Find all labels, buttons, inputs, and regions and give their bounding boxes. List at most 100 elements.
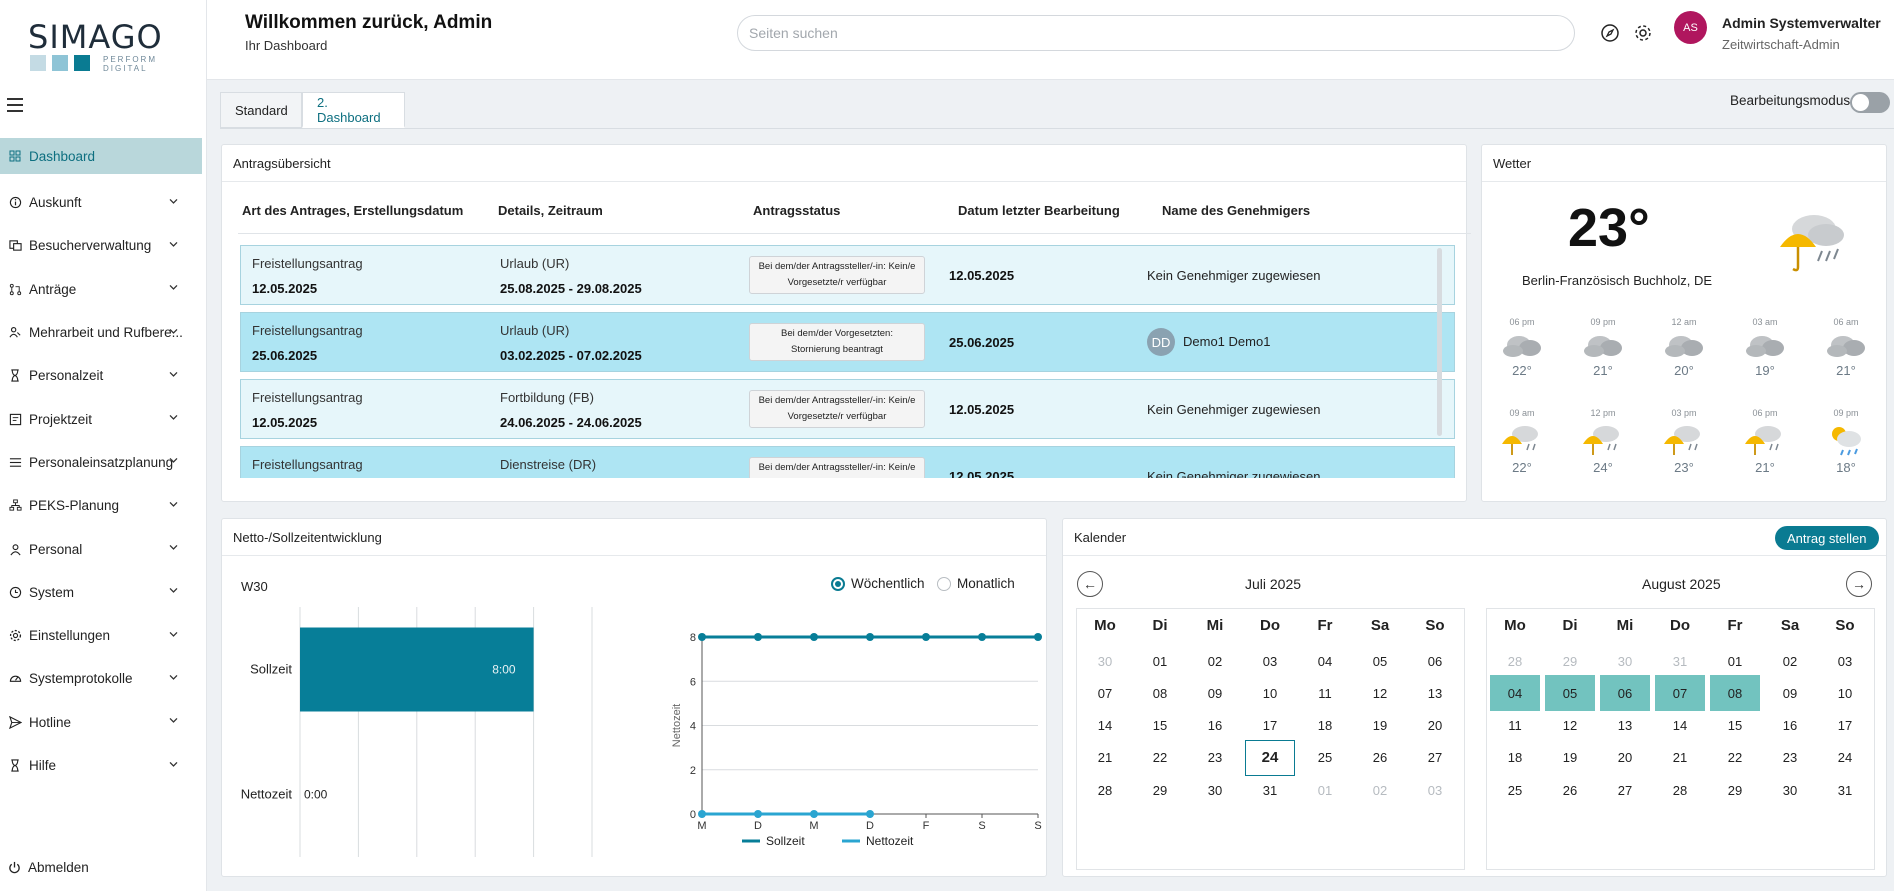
sidebar-item-auskunft[interactable]: Auskunft <box>0 181 202 224</box>
radio-monthly[interactable]: Monatlich <box>937 576 1015 591</box>
calendar-day[interactable]: 29 <box>1710 772 1760 808</box>
calendar-day[interactable]: 28 <box>1490 643 1540 679</box>
calendar-day[interactable]: 20 <box>1600 740 1650 776</box>
sidebar-item-hotline[interactable]: Hotline <box>0 701 202 744</box>
sidebar-item-mehrarbeit-und-rufbere[interactable]: Mehrarbeit und Rufbere... <box>0 311 202 354</box>
calendar-day[interactable]: 27 <box>1600 772 1650 808</box>
calendar-day[interactable]: 08 <box>1135 675 1185 711</box>
calendar-day[interactable]: 14 <box>1655 708 1705 744</box>
sidebar-item-anträge[interactable]: Anträge <box>0 268 202 311</box>
hamburger-icon[interactable] <box>7 98 23 116</box>
calendar-day[interactable]: 07 <box>1655 675 1705 712</box>
calendar-day[interactable]: 31 <box>1245 772 1295 808</box>
sidebar-item-system[interactable]: System <box>0 571 202 614</box>
calendar-day[interactable]: 19 <box>1545 740 1595 776</box>
column-header[interactable]: Details, Zeitraum <box>498 203 603 218</box>
table-row[interactable]: Freistellungsantrag 25.06.2025 Urlaub (UR)… <box>240 312 1455 372</box>
calendar-day[interactable]: 04 <box>1300 643 1350 679</box>
calendar-day[interactable]: 02 <box>1190 643 1240 679</box>
calendar-day[interactable]: 30 <box>1190 772 1240 808</box>
sidebar-item-peks-planung[interactable]: PEKS-Planung <box>0 484 202 527</box>
radio-weekly[interactable]: Wöchentlich <box>831 576 925 591</box>
calendar-day[interactable]: 30 <box>1600 643 1650 679</box>
calendar-day[interactable]: 09 <box>1765 675 1815 711</box>
calendar-day[interactable]: 29 <box>1545 643 1595 679</box>
calendar-day[interactable]: 21 <box>1655 740 1705 776</box>
sidebar-item-hilfe[interactable]: Hilfe <box>0 744 202 787</box>
calendar-day[interactable]: 11 <box>1490 708 1540 744</box>
calendar-day[interactable]: 28 <box>1080 772 1130 808</box>
tab-standard[interactable]: Standard <box>220 92 302 128</box>
calendar-day[interactable]: 13 <box>1410 675 1460 711</box>
sidebar-item-projektzeit[interactable]: Projektzeit <box>0 397 202 440</box>
calendar-day[interactable]: 29 <box>1135 772 1185 808</box>
edit-mode-toggle[interactable] <box>1850 92 1890 113</box>
calendar-day[interactable]: 25 <box>1300 740 1350 776</box>
calendar-day[interactable]: 01 <box>1710 643 1760 679</box>
calendar-day[interactable]: 31 <box>1820 772 1870 808</box>
calendar-day[interactable]: 18 <box>1490 740 1540 776</box>
gear-icon[interactable] <box>1633 23 1653 43</box>
calendar-day[interactable]: 24 <box>1820 740 1870 776</box>
calendar-day[interactable]: 25 <box>1490 772 1540 808</box>
calendar-day[interactable]: 28 <box>1655 772 1705 808</box>
sidebar-item-personaleinsatzplanung[interactable]: Personaleinsatzplanung <box>0 441 202 484</box>
next-month-icon[interactable]: → <box>1846 571 1872 597</box>
sidebar-item-dashboard[interactable]: Dashboard <box>0 138 202 174</box>
calendar-day[interactable]: 08 <box>1710 675 1760 712</box>
tab-dashboard-2[interactable]: 2. Dashboard <box>302 92 405 128</box>
column-header[interactable]: Datum letzter Bearbeitung <box>958 203 1120 218</box>
calendar-day[interactable]: 10 <box>1820 675 1870 711</box>
calendar-day[interactable]: 17 <box>1245 708 1295 744</box>
calendar-day[interactable]: 03 <box>1245 643 1295 679</box>
calendar-day[interactable]: 26 <box>1545 772 1595 808</box>
antrag-stellen-button[interactable]: Antrag stellen <box>1775 526 1879 550</box>
calendar-day[interactable]: 06 <box>1600 675 1650 712</box>
sidebar-item-systemprotokolle[interactable]: Systemprotokolle <box>0 657 202 700</box>
calendar-day[interactable]: 23 <box>1765 740 1815 776</box>
sidebar-item-personalzeit[interactable]: Personalzeit <box>0 354 202 397</box>
sidebar-item-personal[interactable]: Personal <box>0 527 202 570</box>
antrag-scrollbar[interactable] <box>1437 248 1442 436</box>
calendar-day[interactable]: 15 <box>1135 708 1185 744</box>
calendar-day[interactable]: 09 <box>1190 675 1240 711</box>
calendar-day[interactable]: 17 <box>1820 708 1870 744</box>
calendar-day[interactable]: 15 <box>1710 708 1760 744</box>
calendar-day[interactable]: 12 <box>1545 708 1595 744</box>
calendar-day[interactable]: 24 <box>1245 739 1295 776</box>
calendar-day[interactable]: 03 <box>1820 643 1870 679</box>
calendar-day[interactable]: 20 <box>1410 708 1460 744</box>
calendar-day[interactable]: 07 <box>1080 675 1130 711</box>
logout-button[interactable]: Abmelden <box>8 860 89 875</box>
calendar-day[interactable]: 22 <box>1135 740 1185 776</box>
calendar-day[interactable]: 30 <box>1765 772 1815 808</box>
calendar-day[interactable]: 01 <box>1300 772 1350 808</box>
calendar-day[interactable]: 18 <box>1300 708 1350 744</box>
calendar-day[interactable]: 21 <box>1080 740 1130 776</box>
calendar-day[interactable]: 31 <box>1655 643 1705 679</box>
simago-logo[interactable]: SIMAGO PERFORM DIGITAL <box>28 18 168 78</box>
calendar-day[interactable]: 02 <box>1765 643 1815 679</box>
table-row[interactable]: Freistellungsantrag Dienstreise (DR) Bei d… <box>240 446 1455 478</box>
table-row[interactable]: Freistellungsantrag 12.05.2025 Urlaub (UR)… <box>240 245 1455 305</box>
sidebar-item-besucherverwaltung[interactable]: Besucherverwaltung <box>0 224 202 267</box>
avatar[interactable]: AS <box>1674 11 1707 44</box>
calendar-day[interactable]: 19 <box>1355 708 1405 744</box>
calendar-day[interactable]: 22 <box>1710 740 1760 776</box>
column-header[interactable]: Art des Antrages, Erstellungsdatum <box>242 203 463 218</box>
compass-icon[interactable] <box>1600 23 1620 43</box>
calendar-day[interactable]: 23 <box>1190 740 1240 776</box>
calendar-day[interactable]: 02 <box>1355 772 1405 808</box>
calendar-day[interactable]: 26 <box>1355 740 1405 776</box>
calendar-day[interactable]: 14 <box>1080 708 1130 744</box>
calendar-day[interactable]: 13 <box>1600 708 1650 744</box>
calendar-day[interactable]: 10 <box>1245 675 1295 711</box>
calendar-day[interactable]: 12 <box>1355 675 1405 711</box>
calendar-day[interactable]: 16 <box>1765 708 1815 744</box>
calendar-day[interactable]: 01 <box>1135 643 1185 679</box>
calendar-day[interactable]: 16 <box>1190 708 1240 744</box>
calendar-day[interactable]: 05 <box>1545 675 1595 712</box>
calendar-day[interactable]: 27 <box>1410 740 1460 776</box>
calendar-day[interactable]: 06 <box>1410 643 1460 679</box>
column-header[interactable]: Antragsstatus <box>753 203 840 218</box>
